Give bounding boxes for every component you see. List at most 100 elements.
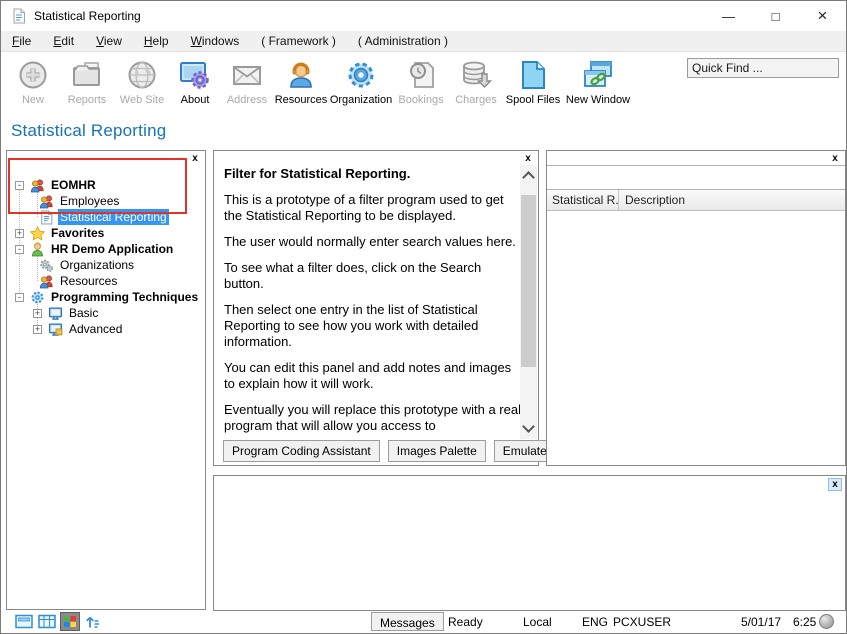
tree-item-label: Favorites (51, 226, 105, 240)
toolbar-spool-files-label: Spool Files (505, 94, 561, 106)
collapse-icon[interactable]: - (15, 180, 24, 190)
detail-panel-close-icon[interactable]: x (828, 478, 842, 491)
status-time: 6:25 (793, 615, 817, 629)
results-panel: x Statistical R... Description (546, 150, 846, 466)
tree-item-label: Programming Techniques (51, 290, 199, 304)
tree-item-employees[interactable]: Employees (33, 193, 121, 209)
status-user: PCXUSER (613, 615, 672, 629)
menu-windows[interactable]: Windows (180, 31, 251, 51)
charges-icon (463, 61, 492, 88)
group-icon (39, 194, 53, 208)
website-globe-icon (128, 61, 156, 89)
toolbar-new-window-label: New Window (565, 94, 631, 106)
filter-title: Filter for Statistical Reporting. (224, 166, 411, 181)
about-icon (180, 62, 209, 89)
vertical-scrollbar[interactable] (520, 165, 537, 439)
tree-item-resources[interactable]: Resources (33, 273, 119, 289)
gear-icon (31, 291, 44, 303)
images-palette-button[interactable]: Images Palette (387, 440, 486, 462)
toolbar-bookings-label: Bookings (398, 94, 444, 106)
gears-icon (40, 259, 54, 272)
tree-item-label: EOMHR (51, 178, 96, 192)
filter-panel: x Filter for Statistical Reporting. This… (213, 150, 598, 466)
navigation-tree: - EOMHR Employees Statistical Reporting … (7, 163, 205, 609)
results-panel-close-icon[interactable]: x (828, 153, 842, 166)
toolbar-bookings: Bookings (393, 52, 449, 116)
bookings-icon (410, 62, 434, 88)
color-grid-view-icon[interactable] (60, 612, 80, 631)
toolbar-new-window[interactable]: New Window (563, 52, 633, 116)
resources-person-icon (290, 62, 312, 88)
toolbar-address-label: Address (226, 94, 268, 106)
minimize-button[interactable]: — (705, 1, 752, 31)
quick-find-input[interactable] (687, 58, 839, 78)
tree-item-advanced[interactable]: + Advanced (33, 321, 124, 337)
filter-paragraph: You can edit this panel and add notes an… (224, 360, 512, 391)
scroll-up-icon[interactable] (522, 171, 535, 184)
toolbar-new-label: New (21, 94, 44, 106)
grid-view-icon[interactable] (38, 613, 56, 630)
program-coding-assistant-button[interactable]: Program Coding Assistant (223, 440, 380, 462)
window-title: Statistical Reporting (34, 9, 141, 23)
group-icon (30, 178, 44, 192)
toolbar-about[interactable]: About (169, 52, 221, 116)
tree-item-label: Employees (60, 194, 120, 208)
window-view-icon[interactable] (15, 613, 33, 630)
messages-button[interactable]: Messages (371, 612, 444, 631)
tree-item-statistical-reporting[interactable]: Statistical Reporting (33, 209, 169, 225)
reports-icon (73, 62, 100, 86)
toolbar-organization[interactable]: Organization (329, 52, 393, 116)
page-title: Statistical Reporting (11, 121, 167, 140)
menu-help[interactable]: Help (133, 31, 180, 51)
toolbar-spool-files[interactable]: Spool Files (503, 52, 563, 116)
tree-item-programming-techniques[interactable]: - Programming Techniques (15, 289, 200, 305)
results-grid-body[interactable] (547, 211, 845, 465)
tree-item-label: HR Demo Application (51, 242, 174, 256)
maximize-button[interactable]: □ (752, 1, 799, 31)
menu-file[interactable]: File (1, 31, 42, 51)
tree-item-label: Advanced (69, 322, 123, 336)
monitor-advanced-icon (48, 323, 63, 336)
close-button[interactable]: × (799, 1, 846, 31)
toolbar-new: New (7, 52, 59, 116)
person-icon (32, 241, 43, 256)
filter-paragraph: The user would normally enter search val… (224, 234, 516, 249)
results-panel-header: x (547, 151, 845, 166)
collapse-icon[interactable]: - (15, 292, 24, 302)
sort-ascending-icon[interactable] (84, 613, 102, 630)
toolbar-resources[interactable]: Resources (273, 52, 329, 116)
tree-item-eomhr[interactable]: - EOMHR (15, 177, 98, 193)
menu-view[interactable]: View (85, 31, 133, 51)
filter-paragraph: This is a prototype of a filter program … (224, 192, 504, 223)
toolbar-charges-label: Charges (455, 94, 497, 106)
expand-icon[interactable]: + (33, 324, 42, 334)
scroll-down-icon[interactable] (522, 420, 535, 433)
tree-item-basic[interactable]: + Basic (33, 305, 100, 321)
tree-item-label: Basic (69, 306, 99, 320)
app-window: Statistical Reporting — □ × File Edit Vi… (0, 0, 847, 634)
expand-icon[interactable]: + (33, 308, 42, 318)
toolbar-resources-label: Resources (274, 94, 328, 106)
scrollbar-thumb[interactable] (521, 195, 536, 367)
tree-item-favorites[interactable]: + Favorites (15, 225, 106, 241)
tree-item-label: Resources (60, 274, 118, 288)
menu-edit[interactable]: Edit (42, 31, 85, 51)
tree-item-label: Organizations (60, 258, 135, 272)
expand-icon[interactable]: + (15, 228, 24, 238)
column-header-description[interactable]: Description (619, 190, 845, 210)
tree-view-toggles (15, 612, 102, 631)
toolbar-about-label: About (180, 94, 210, 106)
tree-item-organizations[interactable]: Organizations (33, 257, 136, 273)
collapse-icon[interactable]: - (15, 244, 24, 254)
tree-item-hr-demo-application[interactable]: - HR Demo Application (15, 241, 175, 257)
address-envelope-icon (233, 66, 261, 85)
new-window-icon (584, 61, 612, 87)
menu-administration[interactable]: ( Administration ) (347, 31, 459, 51)
star-icon (30, 225, 45, 241)
monitor-icon (48, 307, 63, 320)
title-bar: Statistical Reporting — □ × (1, 1, 846, 31)
column-header-statistical-r[interactable]: Statistical R... (547, 190, 619, 210)
group-icon (39, 274, 53, 288)
menu-framework[interactable]: ( Framework ) (250, 31, 347, 51)
results-toolstrip (547, 166, 845, 190)
